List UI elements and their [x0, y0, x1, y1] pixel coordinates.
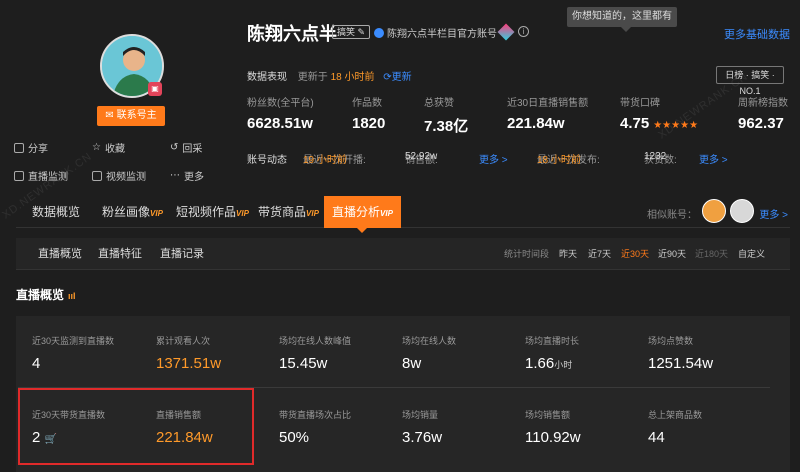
tab-products[interactable]: 带货商品VIP — [250, 196, 327, 228]
tab-fans[interactable]: 粉丝画像VIP — [94, 196, 171, 228]
metric-commerce-ratio: 带货直播场次占比 50% — [279, 410, 352, 446]
favorite-action[interactable]: ☆ 收藏 — [92, 140, 125, 155]
douyin-logo-icon — [497, 23, 515, 41]
time-option-30d[interactable]: 近30天 — [621, 238, 649, 270]
data-performance-row: 数据表现 更新于 18 小时前 ⟳更新 — [247, 72, 412, 83]
time-range-label: 统计时间段 — [504, 249, 550, 259]
metric-avg-duration: 场均直播时长 1.66小时 — [525, 336, 580, 372]
metric-peak-online: 场均在线人数峰值 15.45w — [279, 336, 352, 372]
stat-newrank-index: 周新榜指数 962.37 — [738, 98, 788, 132]
section-title: 直播概览 ııl — [16, 288, 76, 302]
stat-likes: 总获赞 7.38亿 — [424, 98, 469, 135]
subtab-live-records[interactable]: 直播记录 — [160, 238, 204, 270]
contact-owner-button[interactable]: ✉ 联系号主 — [97, 106, 165, 126]
verified-label: 陈翔六点半栏目官方账号 — [374, 25, 497, 40]
highlight-box — [18, 388, 254, 465]
subtab-live-overview[interactable]: 直播概览 — [38, 238, 82, 270]
live-subnav: 直播概览 直播特征 直播记录 统计时间段 昨天 近7天 近30天 近90天 近1… — [16, 238, 790, 270]
refresh-icon: ↺ — [170, 142, 179, 153]
share-action[interactable]: 分享 — [14, 140, 48, 155]
dynamics-more-link-1[interactable]: 更多 > — [479, 151, 508, 166]
dynamics-more-link-2[interactable]: 更多 > — [699, 151, 728, 166]
platform-badge-icon: ▣ — [148, 82, 162, 96]
time-option-custom[interactable]: 自定义 — [738, 238, 765, 270]
metric-avg-sales-volume: 场均销量 3.76w — [402, 410, 443, 446]
similar-more-link[interactable]: 更多 > — [759, 206, 788, 221]
tab-overview[interactable]: 数据概览 — [24, 196, 88, 228]
play-icon — [14, 170, 24, 181]
info-icon[interactable]: i — [518, 26, 529, 37]
rating-stars-icon: ★★★★★ — [653, 120, 699, 131]
similar-account-avatar[interactable] — [702, 199, 726, 223]
bars-icon: ııl — [68, 291, 76, 301]
live-monitor-action[interactable]: 直播监测 — [14, 168, 68, 183]
time-option-90d[interactable]: 近90天 — [658, 238, 686, 270]
similar-accounts-label: 相似账号： — [647, 210, 697, 221]
stat-live-sales: 近30日直播销售额 221.84w — [507, 98, 589, 132]
more-action[interactable]: ⋯ 更多 — [170, 168, 204, 183]
metric-total-products: 总上架商品数 44 — [648, 410, 703, 446]
stats-row: 粉丝数(全平台) 6628.51w 作品数 1820 总获赞 7.38亿 近30日直播… — [247, 94, 792, 135]
stat-reputation: 带货口碑 4.75 ★★★★★ — [620, 98, 699, 132]
category-tag[interactable]: 搞笑 ✎ — [332, 25, 371, 39]
metric-avg-online: 场均在线人数 8w — [402, 336, 457, 372]
metric-avg-likes: 场均点赞数 1251.54w — [648, 336, 714, 372]
similar-account-avatar[interactable] — [730, 199, 754, 223]
metric-avg-sales-amount: 场均销售额 110.92w — [525, 410, 581, 446]
share-icon — [14, 142, 24, 153]
more-dots-icon: ⋯ — [170, 170, 180, 181]
video-icon — [92, 170, 102, 181]
tab-live-analysis[interactable]: 直播分析VIP — [324, 196, 401, 233]
account-name: 陈翔六点半 — [247, 24, 337, 44]
metric-live-count: 近30天监测到直播数 4 — [32, 336, 115, 372]
stat-fans: 粉丝数(全平台) 6628.51w — [247, 98, 314, 132]
verified-icon — [374, 27, 384, 38]
subtab-live-features[interactable]: 直播特征 — [98, 238, 142, 270]
video-monitor-action[interactable]: 视频监测 — [92, 168, 146, 183]
time-option-180d[interactable]: 近180天 — [695, 238, 728, 270]
tab-short-videos[interactable]: 短视频作品VIP — [168, 196, 257, 228]
collect-action[interactable]: ↺ 回采 — [170, 140, 202, 155]
metric-total-views: 累计观看人次 1371.51w — [156, 336, 222, 372]
more-basic-data-link[interactable]: 更多基础数据 — [724, 26, 790, 42]
stat-works: 作品数 1820 — [352, 98, 386, 132]
rank-badge[interactable]: 日榜 · 搞笑 · NO.1 — [716, 66, 784, 96]
time-option-7d[interactable]: 近7天 — [588, 238, 611, 270]
refresh-button[interactable]: ⟳更新 — [383, 72, 411, 83]
header-tooltip: 你想知道的，这里都有 — [567, 7, 677, 32]
time-option-yesterday[interactable]: 昨天 — [559, 238, 577, 270]
star-icon: ☆ — [92, 142, 101, 153]
